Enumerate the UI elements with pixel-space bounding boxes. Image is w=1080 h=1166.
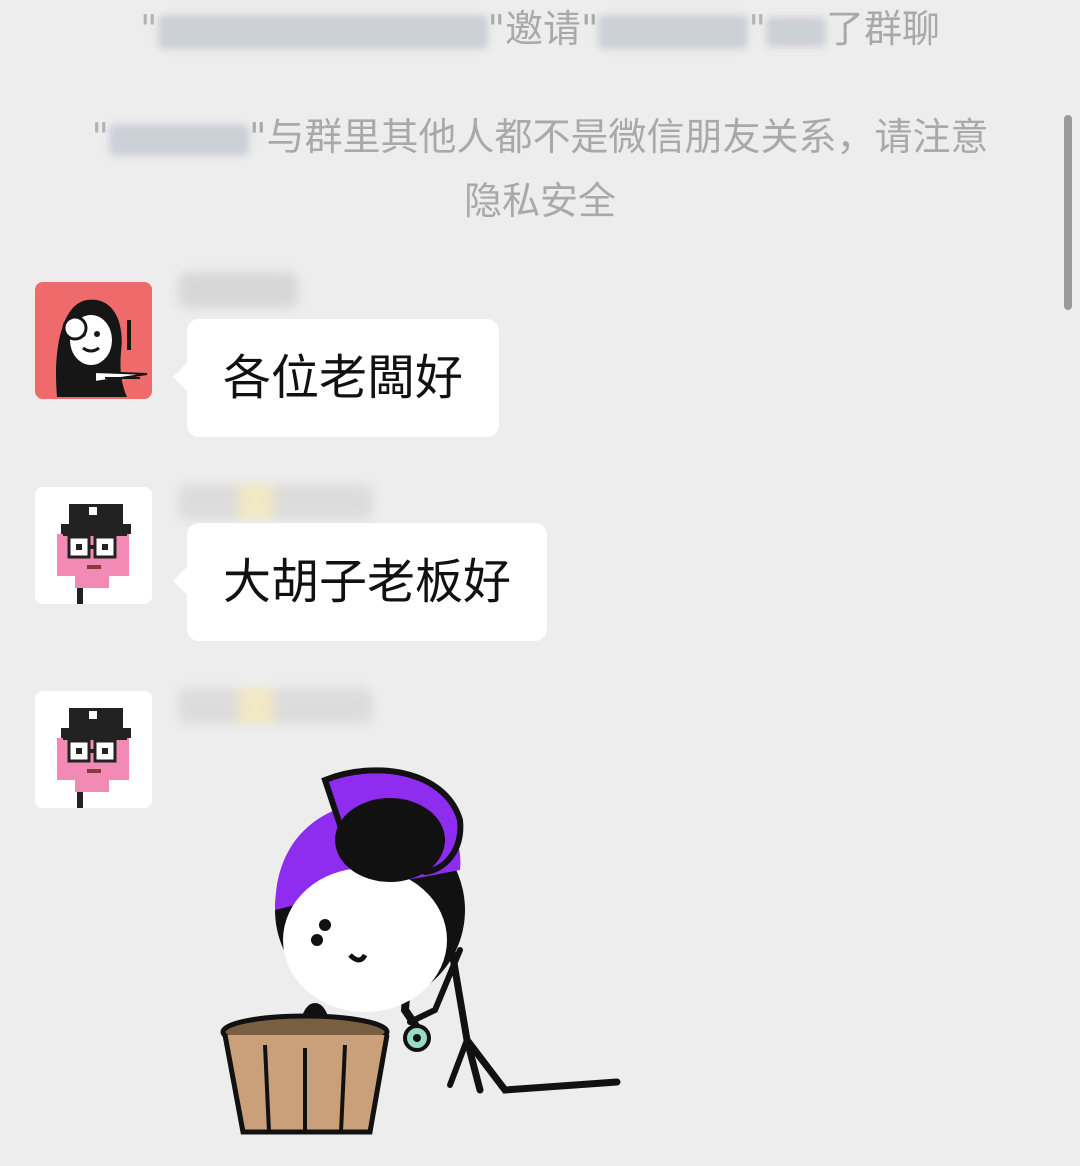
avatar-headphone-character[interactable] [35, 282, 152, 399]
redacted-invitee-name-2 [109, 123, 249, 156]
kneeling-stick-figure-sticker[interactable] [205, 760, 630, 1140]
message-bubble[interactable]: 大胡子老板好 [172, 523, 548, 641]
sender-name-blurred [178, 272, 298, 308]
pixel-punk-avatar-icon [35, 691, 152, 808]
stick-figure-icon [220, 767, 621, 1135]
avatar-pixel-punk[interactable] [35, 691, 152, 808]
avatar-pixel-punk[interactable] [35, 487, 152, 604]
sender-name-blurred [178, 688, 373, 724]
invite-word: "邀请" [487, 7, 599, 51]
sender-name-blurred [178, 484, 373, 520]
invite-suffix: 了群聊 [825, 7, 940, 51]
system-notice-privacy: " "与群里其他人都不是微信朋友关系，请注意隐私安全 [91, 115, 989, 223]
redacted-inviter-name [157, 14, 488, 49]
headphone-character-avatar-icon [35, 282, 152, 399]
message-bubble[interactable]: 各位老闆好 [172, 319, 500, 437]
scrollbar[interactable] [1064, 115, 1072, 310]
redacted-fragment [765, 16, 826, 47]
system-notice-invite: " "邀请" " 了群聊 [140, 7, 940, 51]
redacted-invitee-name [598, 14, 749, 49]
pixel-punk-avatar-icon [35, 487, 152, 604]
privacy-warning-text: "与群里其他人都不是微信朋友关系，请注意隐私安全 [249, 115, 989, 223]
